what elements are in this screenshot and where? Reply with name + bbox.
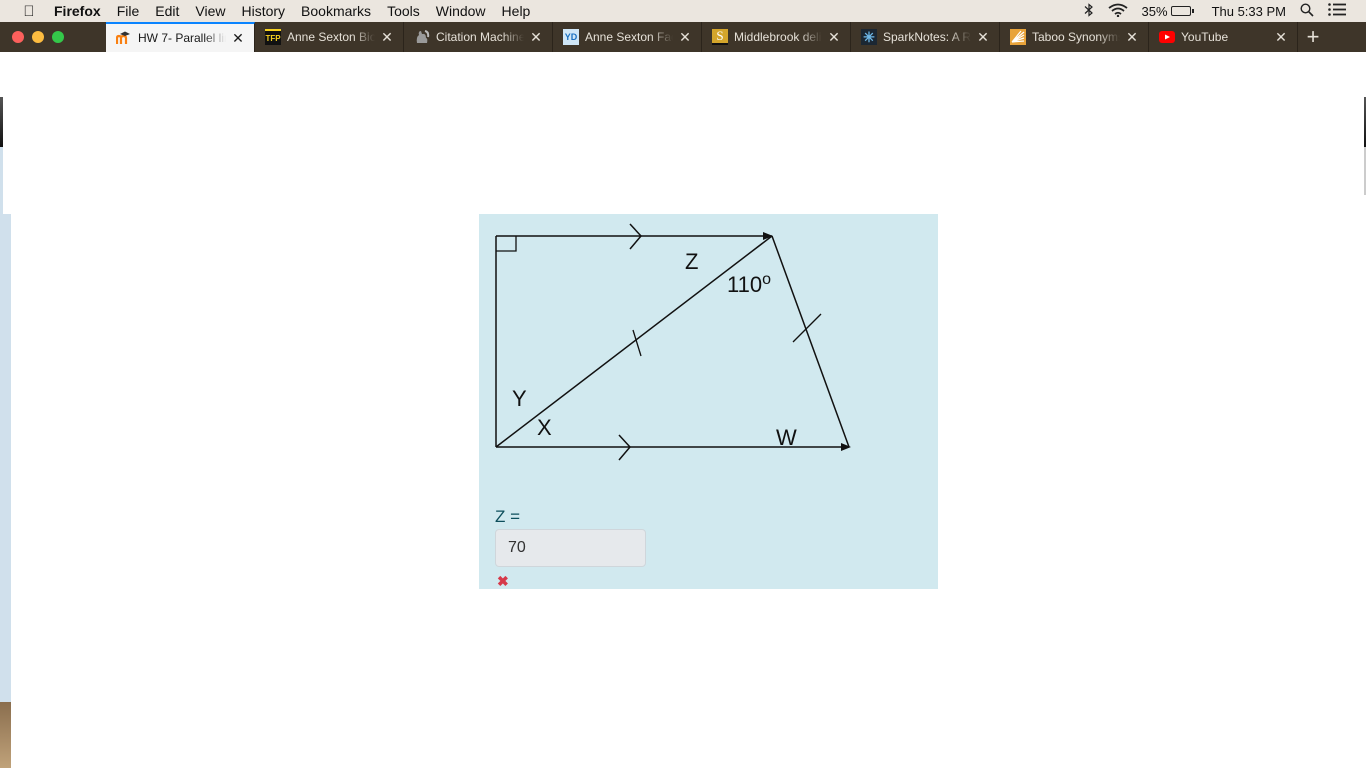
tab-taboo-synonyms[interactable]: Taboo Synonyms ✕ <box>1000 22 1149 52</box>
answer-label: Z = <box>495 507 521 526</box>
right-angle-marker <box>496 236 517 252</box>
page-content: Z 110o Y X W Z = ✖ <box>0 52 1366 768</box>
menu-app-firefox[interactable]: Firefox <box>52 0 109 22</box>
menu-window[interactable]: Window <box>428 0 494 22</box>
tab-title: Anne Sexton Biography <box>287 30 375 44</box>
tick-mark-diagonal <box>632 329 642 357</box>
close-tab-icon[interactable]: ✕ <box>379 29 395 46</box>
bluetooth-icon[interactable] <box>1084 2 1094 20</box>
angle-value: 110 <box>727 272 762 297</box>
browser-tab-strip: HW 7- Parallel lines ✕ TFP Anne Sexton B… <box>0 22 1366 52</box>
window-close-button[interactable] <box>12 31 24 43</box>
close-tab-icon[interactable]: ✕ <box>1273 29 1289 46</box>
background-window-edge <box>0 147 11 702</box>
yd-icon: YD <box>563 29 579 45</box>
menu-bookmarks[interactable]: Bookmarks <box>293 0 379 22</box>
sparknotes-icon: ✳ <box>861 29 877 45</box>
incorrect-x-icon: ✖ <box>497 573 509 589</box>
tab-title: HW 7- Parallel lines <box>138 31 226 45</box>
menu-history[interactable]: History <box>233 0 293 22</box>
wifi-icon[interactable] <box>1107 3 1128 20</box>
menu-view[interactable]: View <box>187 0 233 22</box>
close-tab-icon[interactable]: ✕ <box>677 29 693 46</box>
thesaurus-icon <box>1010 29 1026 45</box>
tab-youtube[interactable]: YouTube ✕ <box>1149 22 1298 52</box>
close-tab-icon[interactable]: ✕ <box>826 29 842 46</box>
menu-tools[interactable]: Tools <box>379 0 428 22</box>
tab-title: Taboo Synonyms <box>1032 30 1120 44</box>
status-area: 35% Thu 5:33 PM <box>1084 0 1366 22</box>
squirrel-icon <box>414 29 430 45</box>
close-tab-icon[interactable]: ✕ <box>975 29 991 46</box>
label-y: Y <box>512 386 527 411</box>
geometry-diagram: Z 110o Y X W <box>495 223 851 461</box>
bottom-arrowhead <box>841 443 851 451</box>
new-tab-button[interactable]: + <box>1298 22 1328 52</box>
label-z: Z <box>685 249 698 274</box>
battery-indicator[interactable]: 35% <box>1142 4 1194 19</box>
desktop-wallpaper-edge <box>0 702 11 768</box>
moodle-icon <box>116 30 132 46</box>
menu-edit[interactable]: Edit <box>147 0 187 22</box>
close-tab-icon[interactable]: ✕ <box>1124 29 1140 46</box>
clock[interactable]: Thu 5:33 PM <box>1212 4 1286 19</box>
tab-title: YouTube <box>1181 30 1229 44</box>
answer-input[interactable] <box>495 529 646 567</box>
tab-title: SparkNotes: A Raisin <box>883 30 971 44</box>
menu-help[interactable]: Help <box>494 0 539 22</box>
tab-sparknotes[interactable]: ✳ SparkNotes: A Raisin ✕ <box>851 22 1000 52</box>
tab-citation-machine[interactable]: Citation Machine ✕ <box>404 22 553 52</box>
tab-title: Citation Machine <box>436 30 524 44</box>
battery-nub <box>1191 9 1194 13</box>
tab-anne-sexton-facts[interactable]: YD Anne Sexton Facts ✕ <box>553 22 702 52</box>
tab-hw7-parallel-lines[interactable]: HW 7- Parallel lines ✕ <box>106 22 255 52</box>
degree-symbol: o <box>762 271 771 288</box>
notification-center-icon[interactable] <box>1328 3 1346 19</box>
macos-menu-bar:  Firefox File Edit View History Bookmar… <box>0 0 1366 22</box>
right-side <box>771 235 850 448</box>
tab-title: Middlebrook delivers <box>734 30 822 44</box>
apple-logo-icon[interactable]:  <box>20 3 38 20</box>
tab-middlebrook[interactable]: S Middlebrook delivers ✕ <box>702 22 851 52</box>
window-maximize-button[interactable] <box>52 31 64 43</box>
window-minimize-button[interactable] <box>32 31 44 43</box>
youtube-icon <box>1159 29 1175 45</box>
label-w: W <box>776 425 797 450</box>
label-x: X <box>537 415 552 440</box>
menu-file[interactable]: File <box>109 0 148 22</box>
battery-icon <box>1170 6 1191 16</box>
tab-anne-sexton-biography[interactable]: TFP Anne Sexton Biography ✕ <box>255 22 404 52</box>
page-top-area <box>3 52 1364 214</box>
tab-title: Anne Sexton Facts <box>585 30 673 44</box>
label-angle-110: 110o <box>727 271 771 297</box>
window-controls <box>0 22 106 52</box>
tick-mark-right-side <box>792 313 822 343</box>
close-tab-icon[interactable]: ✕ <box>230 30 246 47</box>
s-icon: S <box>712 28 728 45</box>
close-tab-icon[interactable]: ✕ <box>528 29 544 46</box>
spotlight-search-icon[interactable] <box>1300 2 1314 20</box>
question-panel: Z 110o Y X W Z = ✖ <box>479 214 938 589</box>
battery-percent: 35% <box>1141 3 1168 19</box>
tfp-icon: TFP <box>265 29 281 45</box>
